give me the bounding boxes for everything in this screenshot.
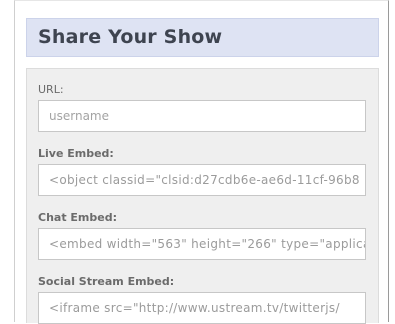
social-stream-embed-field[interactable]: <iframe src="http://www.ustream.tv/twitt…: [38, 292, 366, 324]
chat-embed-field[interactable]: <embed width="563" height="266" type="ap…: [38, 228, 366, 260]
url-input[interactable]: [38, 100, 366, 132]
page-title: Share Your Show: [38, 26, 223, 48]
share-show-header: Share Your Show: [26, 18, 379, 57]
live-embed-field[interactable]: <object classid="clsid:d27cdb6e-ae6d-11c…: [38, 164, 366, 196]
share-form-panel: URL: Live Embed: <object classid="clsid:…: [26, 68, 379, 324]
url-label: URL:: [38, 83, 64, 96]
social-stream-embed-label: Social Stream Embed:: [38, 275, 175, 288]
chat-embed-label: Chat Embed:: [38, 211, 117, 224]
share-show-frame: Share Your Show URL: Live Embed: <object…: [14, 0, 389, 324]
live-embed-label: Live Embed:: [38, 147, 114, 160]
